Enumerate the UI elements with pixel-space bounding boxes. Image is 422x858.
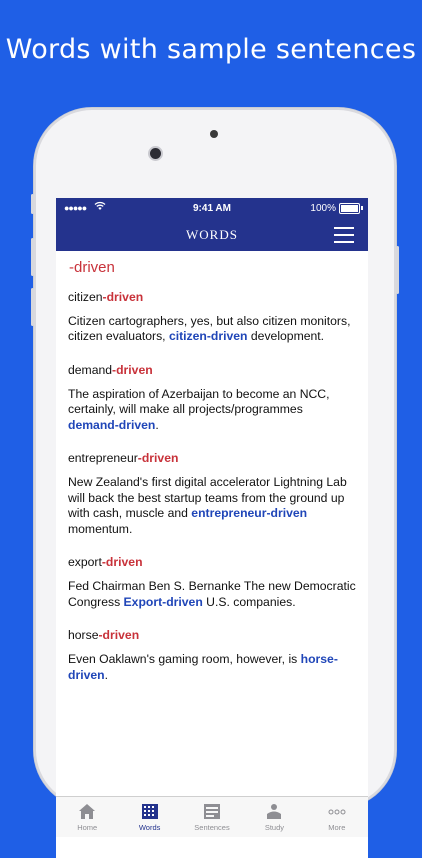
tab-home[interactable]: Home <box>56 797 118 837</box>
battery-percent: 100% <box>310 203 336 214</box>
word-label: demand-driven <box>68 362 153 377</box>
more-icon <box>306 803 368 821</box>
word-label: citizen-driven <box>68 290 144 304</box>
list-item[interactable]: export-driven Fed Chairman Ben S. Bernan… <box>68 555 356 610</box>
nav-bar: WORDS <box>56 218 368 251</box>
earpiece-speaker <box>210 130 218 138</box>
hamburger-menu-icon[interactable] <box>334 227 354 243</box>
sample-sentence: The aspiration of Azerbaijan to become a… <box>68 386 330 432</box>
status-bar: ●●●●● 9:41 AM 100% <box>56 198 368 218</box>
phone-frame: ●●●●● 9:41 AM 100% WORDS -driven citizen… <box>31 108 399 858</box>
battery-tip <box>361 206 363 210</box>
tab-study[interactable]: Study <box>243 797 305 837</box>
volume-down-button <box>31 288 34 326</box>
silent-switch <box>31 194 34 214</box>
power-button <box>396 246 399 294</box>
nav-title: WORDS <box>186 227 238 242</box>
word-label: horse-driven <box>68 628 140 643</box>
word-list: -driven citizen-driven Citizen cartograp… <box>56 251 368 683</box>
sentences-icon <box>181 803 243 821</box>
list-item[interactable]: horse-driven Even Oaklawn's gaming room,… <box>68 628 356 683</box>
tab-more[interactable]: More <box>306 797 368 837</box>
study-icon <box>243 803 305 821</box>
sample-sentence: Fed Chairman Ben S. Bernanke The new Dem… <box>68 579 356 609</box>
battery-icon <box>339 203 360 214</box>
words-icon <box>118 803 180 821</box>
list-item[interactable]: demand-driven The aspiration of Azerbaij… <box>68 363 356 433</box>
tab-bar: Home Words Sentences Study More <box>56 796 368 837</box>
tab-words[interactable]: Words <box>118 797 180 837</box>
word-label: entrepreneur-driven <box>68 451 179 466</box>
home-icon <box>56 803 118 821</box>
front-camera <box>150 148 161 159</box>
word-label: export-driven <box>68 555 143 570</box>
sample-sentence: Citizen cartographers, yes, but also cit… <box>68 314 351 344</box>
volume-up-button <box>31 238 34 276</box>
suffix-heading: -driven <box>69 259 115 276</box>
list-item[interactable]: citizen-driven Citizen cartographers, ye… <box>68 290 356 345</box>
sample-sentence: Even Oaklawn's gaming room, however, is … <box>68 652 338 682</box>
sample-sentence: New Zealand's first digital accelerator … <box>68 475 347 536</box>
list-item[interactable]: entrepreneur-driven New Zealand's first … <box>68 451 356 537</box>
promo-title: Words with sample sentences <box>5 34 417 65</box>
tab-sentences[interactable]: Sentences <box>181 797 243 837</box>
app-screen: ●●●●● 9:41 AM 100% WORDS -driven citizen… <box>56 198 368 858</box>
